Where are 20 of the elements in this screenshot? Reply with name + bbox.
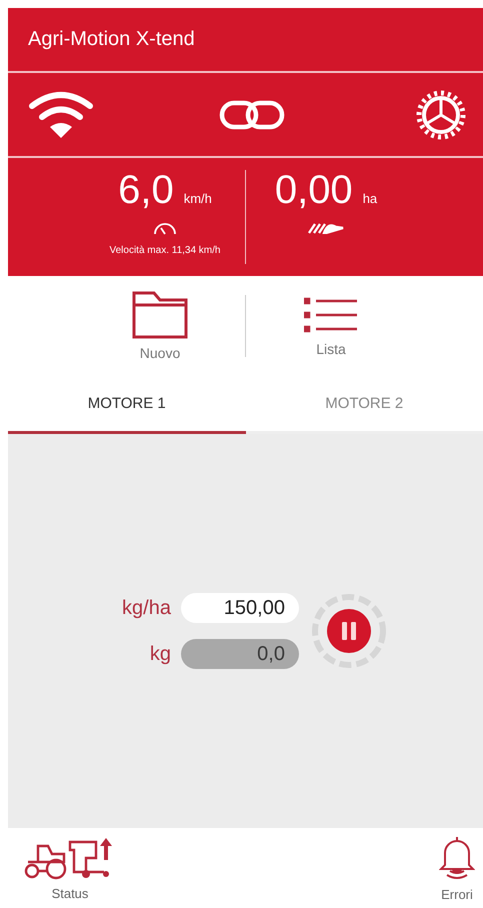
stat-unit: ha [362, 191, 378, 206]
nav-button[interactable]: Errori [439, 828, 475, 908]
speedometer-icon [153, 222, 177, 234]
nav-button[interactable]: Status [24, 828, 116, 908]
action-button[interactable]: Lista [246, 295, 416, 357]
wifi-icon[interactable] [28, 90, 94, 140]
value-field[interactable]: 150,00 [180, 593, 299, 623]
max-speed-note: Velocità max. 11,34 km/h [110, 245, 220, 256]
stat-unit: km/h [184, 191, 212, 206]
stat-value: 0,00 [274, 168, 353, 213]
value-field: 0,0 [180, 639, 299, 669]
bell-icon [439, 834, 475, 880]
stat-value: 6,0 [118, 168, 174, 213]
field-rows-icon [308, 222, 344, 234]
app-title: Agri-Motion X-tend [28, 28, 195, 51]
action-button[interactable]: Nuovo [75, 291, 245, 361]
list-icon [304, 295, 358, 335]
folder-icon [132, 291, 188, 339]
field-label: kg [150, 642, 171, 666]
field-label: kg/ha [122, 596, 171, 620]
